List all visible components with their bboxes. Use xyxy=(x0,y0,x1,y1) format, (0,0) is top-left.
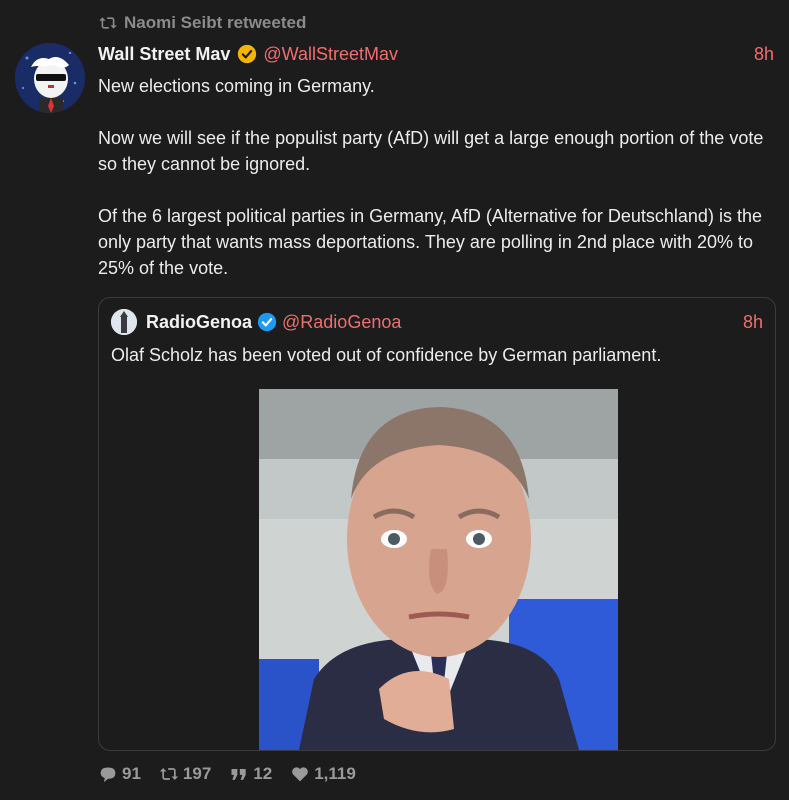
retweet-icon xyxy=(159,768,179,780)
verified-gold-badge-icon xyxy=(238,44,257,64)
reply-button[interactable]: 91 xyxy=(98,764,141,784)
retweet-count: 197 xyxy=(182,764,212,783)
quote-author-handle[interactable]: @RadioGenoa xyxy=(282,312,401,333)
heart-icon xyxy=(292,767,309,782)
tweet-header: Wall Street Mav @WallStreetMav 8h xyxy=(98,42,774,66)
quote-author-name[interactable]: RadioGenoa xyxy=(146,312,252,333)
author-name[interactable]: Wall Street Mav xyxy=(98,42,230,66)
quote-photo[interactable] xyxy=(259,389,618,750)
retweet-indicator[interactable]: Naomi Seibt retweeted xyxy=(98,13,306,33)
quote-button[interactable]: 12 xyxy=(229,764,272,784)
tweet-paragraph: New elections coming in Germany. xyxy=(98,76,375,96)
quote-time[interactable]: 8h xyxy=(743,312,763,333)
verified-blue-badge-icon xyxy=(257,312,277,332)
retweet-label: Naomi Seibt retweeted xyxy=(124,13,307,32)
quoted-tweet[interactable]: RadioGenoa @RadioGenoa 8h Olaf Scholz ha… xyxy=(98,297,776,751)
reply-icon xyxy=(100,767,116,783)
tweet-text: New elections coming in Germany. Now we … xyxy=(98,73,778,307)
retweet-icon xyxy=(99,17,117,29)
quote-text: Olaf Scholz has been voted out of confid… xyxy=(111,345,662,365)
quote-count: 12 xyxy=(253,764,273,783)
radiogenoa-avatar-image xyxy=(111,309,137,335)
tweet-paragraph: Now we will see if the populist party (A… xyxy=(98,128,764,174)
tweet-actions: 91 197 12 1,119 xyxy=(98,764,356,784)
reply-count: 91 xyxy=(122,764,141,783)
author-avatar[interactable] xyxy=(15,43,85,113)
quote-icon xyxy=(231,769,246,780)
retweet-button[interactable]: 197 xyxy=(159,764,211,784)
tweet-paragraph: Of the 6 largest political parties in Ge… xyxy=(98,206,762,278)
like-count: 1,119 xyxy=(314,764,356,783)
quote-author-avatar[interactable] xyxy=(111,309,137,335)
tweet-time[interactable]: 8h xyxy=(754,42,774,66)
quote-header: RadioGenoa @RadioGenoa 8h xyxy=(111,309,763,335)
author-handle[interactable]: @WallStreetMav xyxy=(263,42,398,66)
wall-street-mav-avatar-image xyxy=(15,43,85,113)
like-button[interactable]: 1,119 xyxy=(290,764,356,784)
